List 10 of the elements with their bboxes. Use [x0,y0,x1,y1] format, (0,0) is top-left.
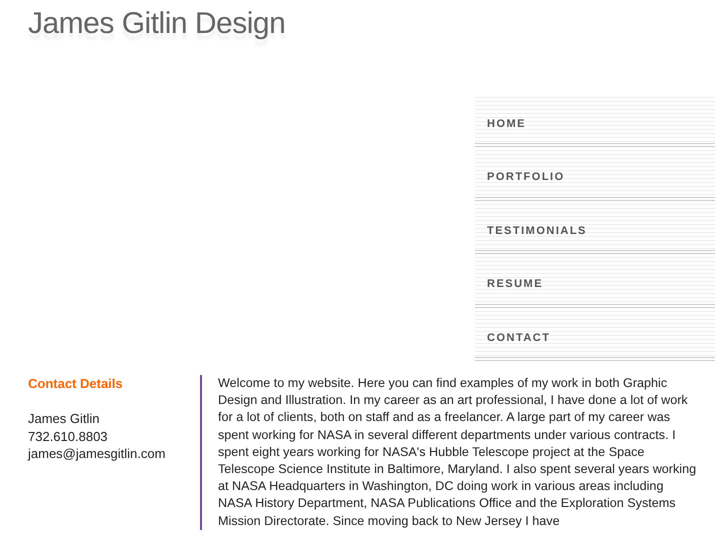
contact-line: 732.610.8803 [28,428,109,446]
contact-line: James Gitlin [28,410,101,428]
site-title: James Gitlin Design [28,6,286,42]
contact-line: james@jamesgitlin.com [28,445,166,463]
nav-link[interactable]: PORTFOLIO [475,147,715,201]
nav-link[interactable]: RESUME [475,254,715,308]
contact-heading: Contact Details [28,374,124,392]
nav-link[interactable]: CONTACT [475,308,715,361]
intro-paragraph: Welcome to my website. Here you can find examples of my work in both Graphic Design and Illustration. In my career as an art professional, I have done a lot of work for a lot of clients, both on staff and as a freelancer. A large part of my career was spent working for NASA in several different departments under various contracts. I spent eight years working for NASA's Hubble Telescope project at the Space Telescope Science Institute in Baltimore, Maryland. I also spent several years working at NASA Headquarters in Washington, DC doing work in various areas including NASA History Department, NASA Publications Office and the Exploration Systems Mission Directorate. Since moving back to New Jersey I have [218,374,697,530]
nav-link[interactable]: HOME [475,94,715,148]
